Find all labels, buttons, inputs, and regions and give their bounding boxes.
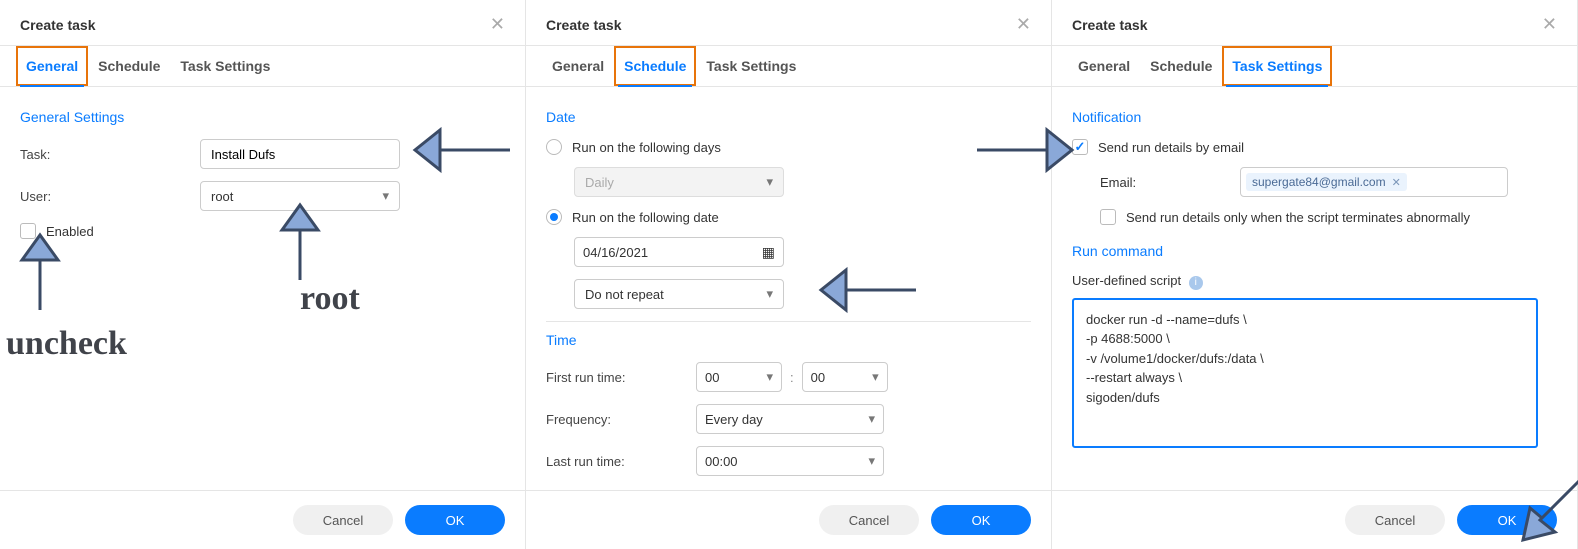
tab-task-settings[interactable]: Task Settings (170, 46, 280, 86)
ok-button[interactable]: OK (405, 505, 505, 535)
calendar-icon: ▦ (762, 244, 775, 261)
panel-body: General Settings Task: User: root ▾ Enab… (0, 87, 525, 490)
tab-general[interactable]: General (1068, 46, 1140, 86)
first-run-label: First run time: (546, 370, 696, 385)
send-email-label: Send run details by email (1098, 140, 1244, 155)
dialog-task-settings: Create task ✕ General Schedule Task Sett… (1052, 0, 1578, 549)
dialog-footer: Cancel OK (1052, 490, 1577, 549)
tabs-bar: General Schedule Task Settings (1052, 46, 1577, 87)
section-run-command: Run command (1072, 237, 1557, 273)
repeat-value: Do not repeat (585, 287, 664, 302)
email-input[interactable]: supergate84@gmail.com ✕ (1240, 167, 1508, 197)
run-date-label: Run on the following date (572, 210, 719, 225)
date-picker[interactable]: 04/16/2021 ▦ (574, 237, 784, 267)
panel-body: Date Run on the following days Daily ▾ R… (526, 87, 1051, 490)
dialog-footer: Cancel OK (0, 490, 525, 549)
close-icon[interactable]: ✕ (1016, 14, 1031, 35)
chevron-down-icon: ▾ (872, 369, 879, 385)
remove-chip-icon[interactable]: ✕ (1392, 176, 1401, 189)
section-time: Time (546, 332, 1031, 362)
task-name-input[interactable] (200, 139, 400, 169)
chevron-down-icon: ▾ (766, 286, 773, 302)
ok-button[interactable]: OK (931, 505, 1031, 535)
tab-task-settings[interactable]: Task Settings (696, 46, 806, 86)
tab-schedule[interactable]: Schedule (88, 46, 170, 86)
last-run-label: Last run time: (546, 454, 696, 469)
email-chip: supergate84@gmail.com ✕ (1246, 173, 1407, 191)
dialog-title: Create task (1072, 17, 1148, 33)
run-days-radio[interactable] (546, 139, 562, 155)
daily-select: Daily ▾ (574, 167, 784, 197)
info-icon[interactable]: i (1189, 276, 1203, 290)
tab-general[interactable]: General (542, 46, 614, 86)
dialog-title: Create task (20, 17, 96, 33)
user-select[interactable]: root ▾ (200, 181, 400, 211)
section-date: Date (546, 103, 1031, 139)
user-select-value: root (211, 189, 233, 204)
panel-body: Notification Send run details by email E… (1052, 87, 1577, 490)
email-value: supergate84@gmail.com (1252, 175, 1386, 189)
dialog-header: Create task ✕ (1052, 0, 1577, 46)
chevron-down-icon: ▾ (382, 188, 389, 204)
last-run-select[interactable]: 00:00▾ (696, 446, 884, 476)
enabled-label: Enabled (46, 224, 94, 239)
enabled-checkbox[interactable] (20, 223, 36, 239)
email-label: Email: (1100, 175, 1240, 190)
chevron-down-icon: ▾ (766, 174, 773, 190)
tabs-bar: General Schedule Task Settings (0, 46, 525, 87)
tab-general[interactable]: General (16, 46, 88, 86)
chevron-down-icon: ▾ (766, 369, 773, 385)
task-label: Task: (20, 147, 200, 162)
run-date-radio[interactable] (546, 209, 562, 225)
cancel-button[interactable]: Cancel (1345, 505, 1445, 535)
ok-button[interactable]: OK (1457, 505, 1557, 535)
repeat-select[interactable]: Do not repeat ▾ (574, 279, 784, 309)
frequency-select[interactable]: Every day▾ (696, 404, 884, 434)
first-run-minute[interactable]: 00▾ (802, 362, 888, 392)
date-value: 04/16/2021 (583, 245, 648, 260)
frequency-label: Frequency: (546, 412, 696, 427)
script-label: User-defined script (1072, 273, 1181, 288)
cancel-button[interactable]: Cancel (819, 505, 919, 535)
daily-select-value: Daily (585, 175, 614, 190)
tabs-bar: General Schedule Task Settings (526, 46, 1051, 87)
dialog-header: Create task ✕ (526, 0, 1051, 46)
dialog-header: Create task ✕ (0, 0, 525, 46)
dialog-footer: Cancel OK (526, 490, 1051, 549)
dialog-general: Create task ✕ General Schedule Task Sett… (0, 0, 526, 549)
tab-task-settings[interactable]: Task Settings (1222, 46, 1332, 86)
script-textarea[interactable] (1072, 298, 1538, 448)
abnormal-checkbox[interactable] (1100, 209, 1116, 225)
time-colon: : (790, 370, 794, 385)
chevron-down-icon: ▾ (868, 411, 875, 427)
first-run-hour[interactable]: 00▾ (696, 362, 782, 392)
tab-schedule[interactable]: Schedule (1140, 46, 1222, 86)
user-label: User: (20, 189, 200, 204)
dialog-title: Create task (546, 17, 622, 33)
abnormal-label: Send run details only when the script te… (1126, 210, 1470, 225)
section-notification: Notification (1072, 103, 1557, 139)
section-general-settings: General Settings (20, 103, 505, 139)
close-icon[interactable]: ✕ (1542, 14, 1557, 35)
run-days-label: Run on the following days (572, 140, 721, 155)
send-email-checkbox[interactable] (1072, 139, 1088, 155)
chevron-down-icon: ▾ (868, 453, 875, 469)
dialog-schedule: Create task ✕ General Schedule Task Sett… (526, 0, 1052, 549)
cancel-button[interactable]: Cancel (293, 505, 393, 535)
tab-schedule[interactable]: Schedule (614, 46, 696, 86)
close-icon[interactable]: ✕ (490, 14, 505, 35)
